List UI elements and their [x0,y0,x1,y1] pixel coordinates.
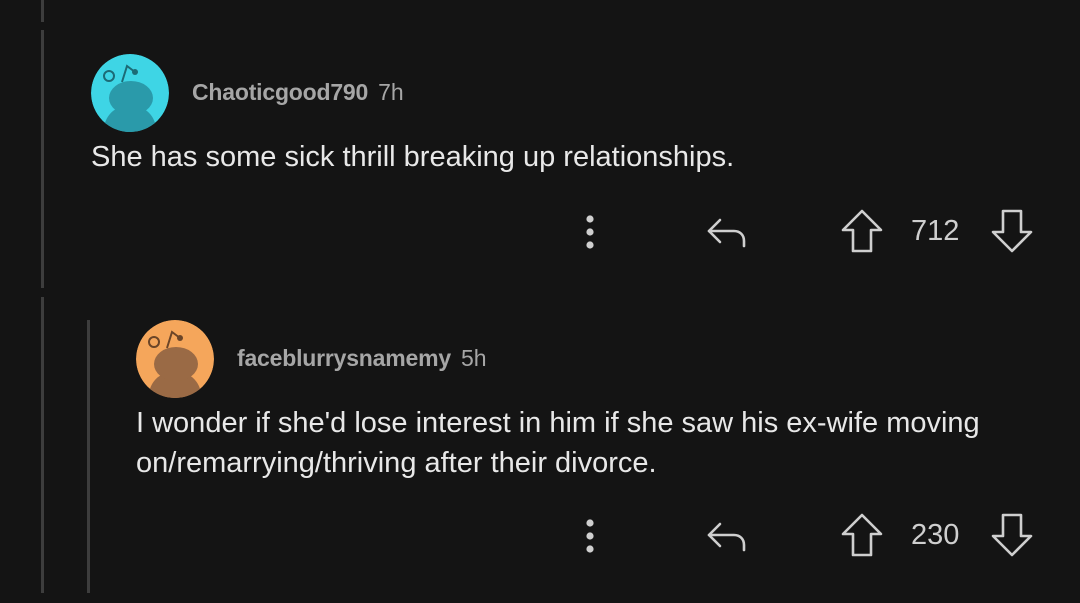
downvote-icon [991,209,1033,253]
reply-button[interactable] [700,210,752,254]
comment-meta: Chaoticgood790 7h [192,79,404,106]
upvote-button[interactable] [838,510,886,560]
timestamp: 7h [378,79,404,105]
comment-meta: faceblurrysnamemy 5h [237,345,487,372]
more-options-icon [586,215,594,249]
reply-icon [707,522,746,552]
username[interactable]: Chaoticgood790 [192,79,368,106]
downvote-button[interactable] [988,510,1036,560]
thread-line-reply[interactable] [87,320,90,593]
upvote-icon [841,209,883,253]
upvote-button[interactable] [838,206,886,256]
downvote-icon [991,513,1033,557]
downvote-button[interactable] [988,206,1036,256]
comment-body: She has some sick thrill breaking up rel… [91,141,735,173]
reply-icon [707,218,746,248]
thread-line-parent-continued[interactable] [41,297,44,593]
more-options-button[interactable] [575,210,605,254]
more-options-button[interactable] [575,514,605,558]
vote-score: 230 [911,519,960,551]
avatar[interactable] [136,320,214,398]
avatar[interactable] [91,54,169,132]
timestamp: 5h [460,345,487,371]
reply-button[interactable] [700,514,752,558]
vote-score: 712 [911,215,960,247]
thread-line-top [41,0,44,22]
more-options-icon [586,519,594,553]
thread-line-parent[interactable] [41,30,44,288]
username[interactable]: faceblurrysnamemy [237,345,451,372]
comment-body: I wonder if she'd lose interest in him i… [136,407,980,479]
upvote-icon [841,513,883,557]
